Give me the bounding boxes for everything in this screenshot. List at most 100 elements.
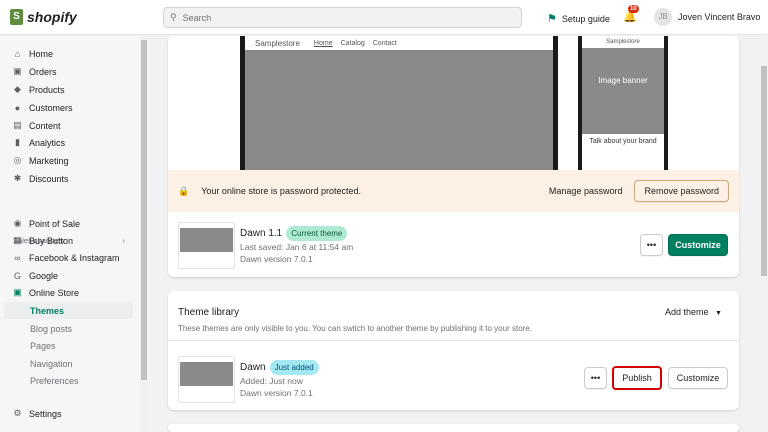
theme-library-title: Theme library	[178, 307, 240, 318]
label: Orders	[29, 66, 57, 77]
divider	[168, 340, 739, 341]
avatar: JB	[654, 8, 672, 26]
theme-thumbnail	[178, 356, 235, 403]
preview-nav-home: Home	[313, 39, 333, 47]
label: Home	[29, 48, 54, 59]
label: Google	[29, 270, 59, 281]
person-icon: ●	[14, 102, 21, 113]
current-theme-badge: Current theme	[286, 226, 348, 241]
google-icon: G	[13, 270, 21, 281]
remove-password-button[interactable]: Remove password	[634, 180, 729, 202]
theme-version: Dawn version 7.0.1	[240, 254, 313, 264]
sidebar-item-themes[interactable]: Themes	[4, 302, 133, 319]
theme-version: Dawn version 7.0.1	[240, 388, 313, 398]
sidebar-item-analytics[interactable]: ▮ Analytics	[4, 134, 133, 151]
analytics-icon: ▮	[15, 137, 20, 147]
manage-password-link[interactable]: Manage password	[549, 186, 623, 196]
sidebar-item-orders[interactable]: ▣ Orders	[4, 63, 133, 80]
content-icon: ▤	[13, 120, 22, 130]
sidebar-item-blog-posts[interactable]: Blog posts	[4, 320, 133, 337]
label: Add theme	[665, 307, 709, 317]
add-theme-button[interactable]: Add theme ▼	[665, 307, 722, 317]
label: Themes	[30, 305, 65, 316]
user-name: Joven Vincent Bravo	[678, 12, 761, 22]
sidebar-item-online-store[interactable]: ▣ Online Store	[4, 284, 133, 301]
shopify-bag-icon: S	[10, 9, 23, 25]
sidebar-item-home[interactable]: ⌂ Home	[4, 45, 133, 62]
label: Preferences	[30, 375, 79, 386]
sidebar-item-products[interactable]: ◆ Products	[4, 81, 133, 98]
notification-badge: 10	[628, 5, 639, 13]
home-icon: ⌂	[14, 48, 21, 59]
label: Products	[29, 84, 65, 95]
added-time: Added: Just now	[240, 376, 303, 386]
more-actions-button[interactable]: •••	[584, 367, 607, 389]
marketing-icon: ◎	[13, 155, 22, 165]
preview-nav-catalog: Catalog	[340, 39, 365, 47]
current-theme-info: Dawn 1.1 Current theme Last saved: Jan 6 …	[240, 226, 353, 265]
customize-button[interactable]: Customize	[668, 367, 728, 389]
label: Discounts	[29, 173, 69, 184]
current-theme-thumbnail	[178, 222, 235, 269]
shopify-logo[interactable]: Sshopify	[10, 9, 77, 25]
sidebar-item-content[interactable]: ▤ Content	[4, 117, 133, 134]
label: Navigation	[30, 358, 73, 369]
sidebar-scrollbar[interactable]	[140, 36, 148, 432]
setup-guide-label: Setup guide	[561, 13, 610, 24]
label: Buy Button	[29, 235, 74, 246]
mobile-brand-text: Talk about your brand	[589, 138, 657, 145]
sidebar-item-navigation[interactable]: Navigation	[4, 355, 133, 372]
sidebar-item-pages[interactable]: Pages	[4, 337, 133, 354]
label: Settings	[29, 408, 62, 419]
theme-name: Dawn 1.1	[240, 228, 283, 239]
banner-title: Image banner	[598, 76, 648, 85]
caret-down-icon: ▼	[715, 310, 722, 317]
main-scrollbar[interactable]	[760, 36, 768, 432]
store-name: Samplestore	[255, 38, 300, 48]
label: Blog posts	[30, 323, 73, 334]
last-saved: Last saved: Jan 6 at 11:54 am	[240, 242, 354, 252]
label: Customers	[29, 102, 73, 113]
mobile-preview: Samplestore Image banner Talk about your…	[578, 36, 668, 170]
sidebar-item-point-of-sale[interactable]: ◉ Point of Sale	[4, 215, 133, 232]
label: Content	[29, 120, 61, 131]
label: Point of Sale	[29, 218, 81, 229]
sidebar-item-facebook[interactable]: ∞ Facebook & Instagram	[4, 249, 133, 266]
mobile-banner: Image banner	[582, 48, 664, 134]
sidebar: ⌂ Home ▣ Orders ◆ Products ● Customers ▤ Cont…	[0, 36, 140, 432]
publish-button[interactable]: Publish	[612, 366, 662, 390]
user-menu[interactable]: JB Joven Vincent Bravo	[654, 8, 760, 26]
top-bar: Sshopify ⚲ Search ⚑ Setup guide 🔔 10 JB Jov…	[0, 0, 768, 35]
sidebar-item-google[interactable]: G Google	[4, 267, 133, 284]
label: Pages	[30, 340, 56, 351]
theme-name: Dawn	[240, 362, 266, 373]
search-placeholder: Search	[182, 12, 212, 23]
label: Analytics	[29, 137, 66, 148]
password-text: Your online store is password protected.	[201, 186, 361, 196]
brand-name: shopify	[27, 9, 77, 25]
preview-nav-contact: Contact	[372, 39, 397, 47]
next-card	[168, 424, 739, 432]
search-icon: ⚲	[170, 12, 177, 22]
sidebar-item-preferences[interactable]: Preferences	[4, 372, 133, 389]
library-description: These themes are only visible to you. Yo…	[178, 324, 532, 333]
gear-icon: ⚙	[13, 408, 22, 418]
setup-guide-button[interactable]: ⚑ Setup guide	[547, 12, 610, 25]
sidebar-item-buy-button[interactable]: ▦ Buy Button	[4, 232, 133, 249]
sidebar-item-customers[interactable]: ● Customers	[4, 99, 133, 116]
password-banner: 🔒 Your online store is password protecte…	[168, 170, 739, 212]
sidebar-item-marketing[interactable]: ◎ Marketing	[4, 152, 133, 169]
lock-icon: 🔒	[178, 185, 190, 196]
sidebar-item-settings[interactable]: ⚙ Settings	[4, 405, 133, 422]
more-actions-button[interactable]: •••	[640, 234, 663, 256]
buy-button-icon: ▦	[13, 235, 22, 245]
label: Marketing	[29, 155, 69, 166]
search-input[interactable]: ⚲ Search	[163, 7, 522, 28]
just-added-badge: Just added	[269, 360, 319, 375]
store-icon: ▣	[13, 287, 22, 297]
sidebar-item-discounts[interactable]: ✱ Discounts	[4, 170, 133, 187]
desktop-preview: Samplestore Home Catalog Contact	[240, 36, 558, 170]
tag-icon: ◆	[14, 84, 21, 94]
customize-button[interactable]: Customize	[668, 234, 728, 256]
orders-icon: ▣	[13, 66, 22, 76]
